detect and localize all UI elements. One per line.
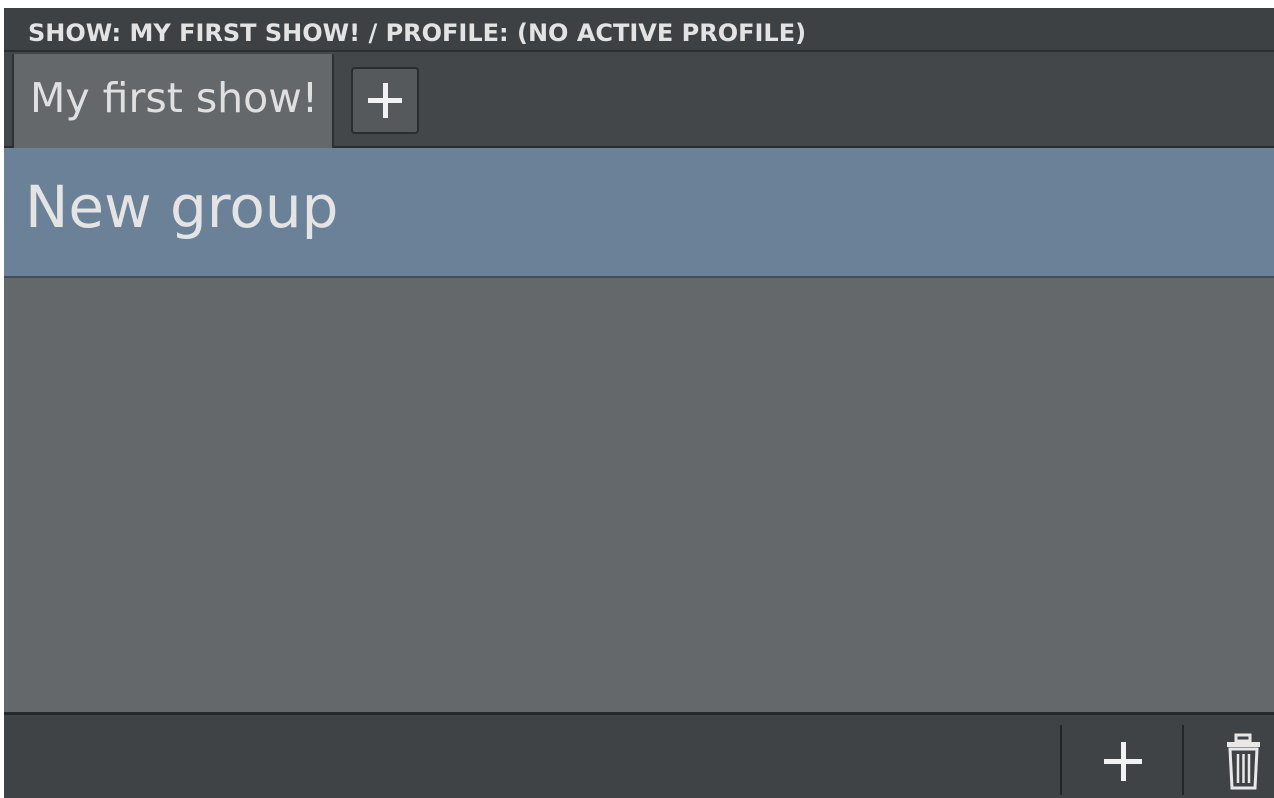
bottom-toolbar [4, 712, 1274, 798]
toolbar-divider [1060, 725, 1062, 795]
panel-title: SHOW: MY FIRST SHOW! / PROFILE: (NO ACTI… [28, 19, 807, 47]
tab-bar: My first show! [4, 52, 1274, 148]
delete-group-button[interactable] [1216, 733, 1272, 793]
tab-label: My first show! [30, 74, 319, 122]
group-item[interactable]: New group [4, 148, 1274, 278]
group-label: New group [25, 173, 339, 241]
add-tab-button[interactable] [351, 67, 419, 134]
tab-my-first-show[interactable]: My first show! [12, 54, 334, 148]
group-list-empty-area [4, 278, 1274, 712]
show-panel: SHOW: MY FIRST SHOW! / PROFILE: (NO ACTI… [4, 8, 1274, 798]
panel-title-bar: SHOW: MY FIRST SHOW! / PROFILE: (NO ACTI… [4, 8, 1274, 52]
trash-icon [1227, 733, 1260, 790]
toolbar-divider [1182, 725, 1184, 795]
add-group-button[interactable] [1090, 730, 1160, 792]
